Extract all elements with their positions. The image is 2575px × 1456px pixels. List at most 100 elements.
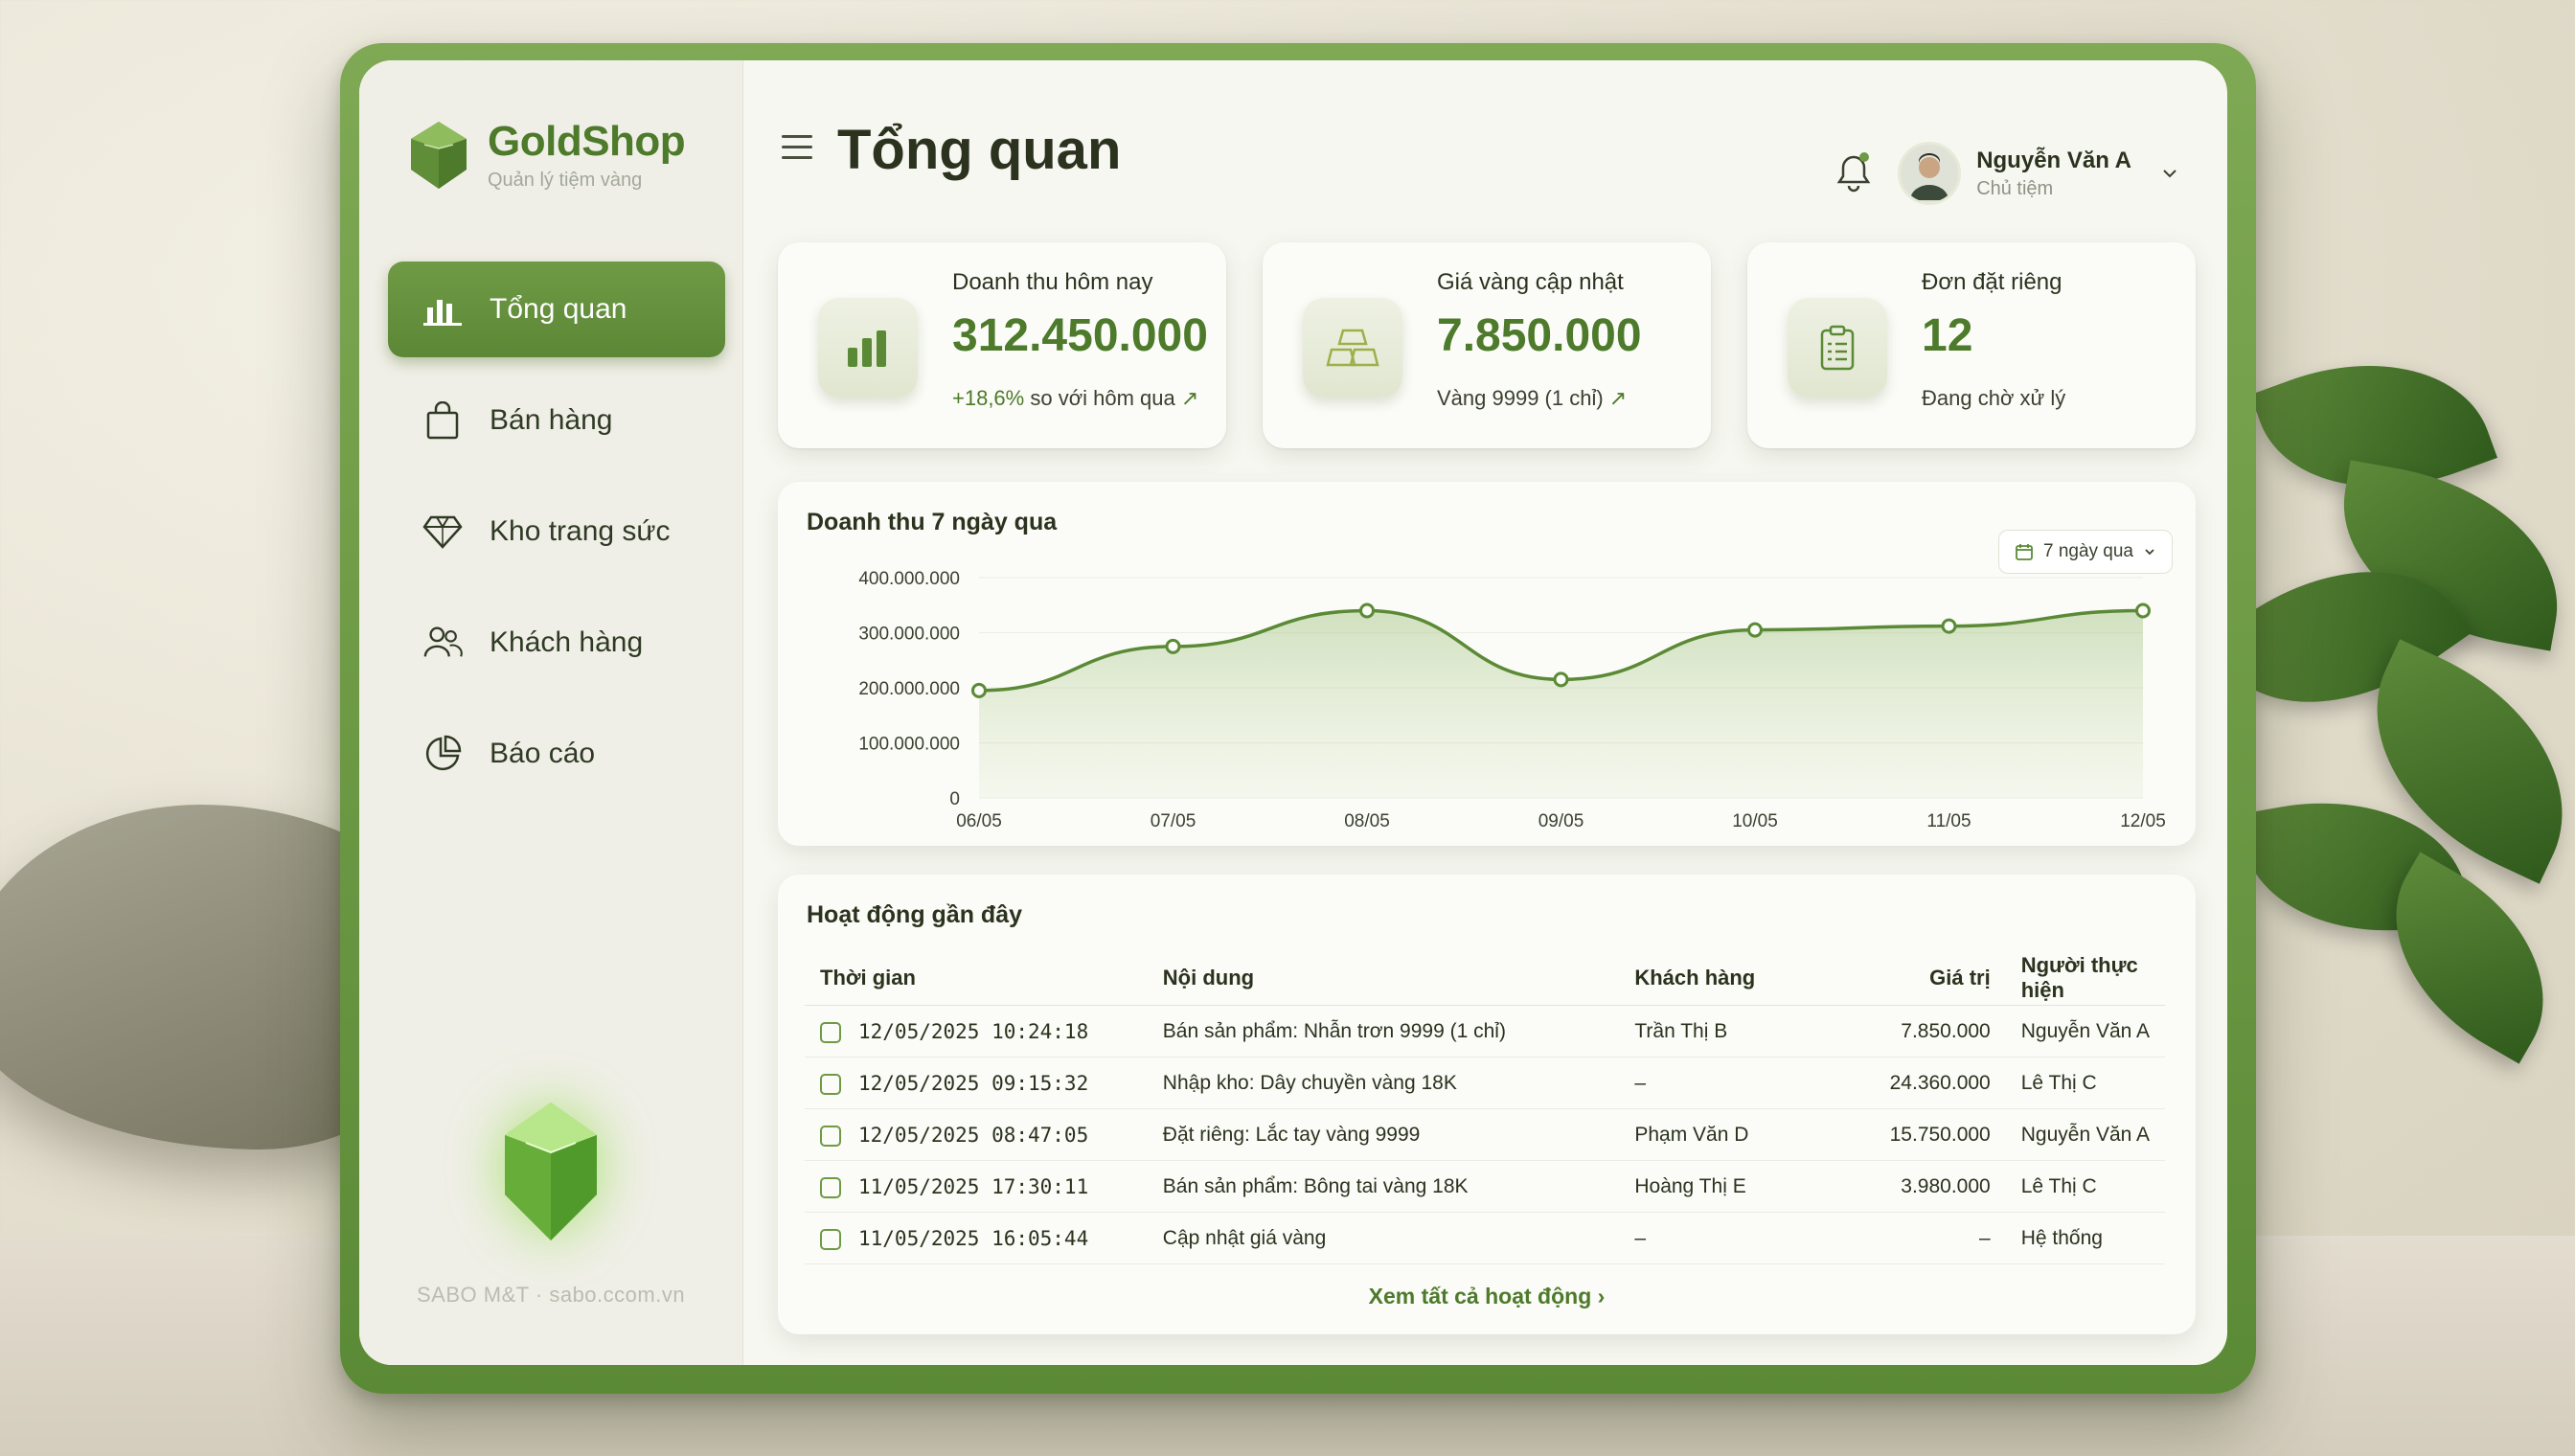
table-row[interactable]: 12/05/2025 10:24:18 Bán sản phẩm: Nhẫn tr… — [805, 1005, 2165, 1058]
page-title: Tổng quan — [837, 119, 1122, 181]
brand[interactable]: GoldShop Quản lý tiệm vàng — [407, 118, 686, 192]
data-point — [1553, 671, 1569, 688]
app-screen: GoldShop Quản lý tiệm vàng Tổng quan Bán… — [359, 60, 2227, 1365]
sidebar-item-label: Tổng quan — [490, 293, 627, 325]
recent-activity-panel: Hoạt động gần đây Thời gian Nội dung Khá… — [778, 875, 2196, 1334]
gold-bars-icon — [1303, 298, 1402, 398]
x-tick-label: 07/05 — [1151, 811, 1196, 831]
card-custom-orders[interactable]: Đơn đặt riêng 12 Đang chờ xử lý — [1747, 242, 2196, 448]
data-point — [1165, 638, 1181, 654]
card-gold-price[interactable]: Giá vàng cập nhật 7.850.000 Vàng 9999 (1… — [1263, 242, 1711, 448]
activity-icon — [820, 1228, 841, 1250]
revenue-area-chart: 0 100.000.000 200.000.000 300.000.000 400.00… — [858, 569, 2165, 831]
clipboard-icon — [1788, 298, 1887, 398]
view-all-activity-link[interactable]: Xem tất cả hoạt động › — [778, 1284, 2196, 1309]
y-tick-label: 0 — [949, 789, 960, 809]
revenue-chart-panel: Doanh thu 7 ngày qua 7 ngày qua 0 100.000… — [778, 482, 2196, 846]
cell-time-text: 12/05/2025 10:24:18 — [858, 1019, 1089, 1043]
cell-time-text: 11/05/2025 17:30:11 — [858, 1174, 1089, 1198]
column-header[interactable]: Người thực hiện — [2005, 951, 2165, 1006]
x-tick-label: 11/05 — [1926, 811, 1971, 831]
cell-customer: – — [1619, 1057, 1827, 1109]
activity-table: Thời gian Nội dung Khách hàng Giá trị Ng… — [805, 951, 2165, 1264]
y-tick-label: 300.000.000 — [858, 625, 960, 645]
card-label: Giá vàng cập nhật — [1437, 269, 1624, 295]
bell-icon[interactable] — [1834, 151, 1873, 193]
card-revenue-today[interactable]: Doanh thu hôm nay 312.450.000 +18,6% so … — [778, 242, 1226, 448]
sidebar-item-label: Kho trang sức — [490, 515, 671, 547]
sidebar-item-tong-quan[interactable]: Tổng quan — [388, 262, 725, 357]
arrow-up-right-icon: ↗ — [1608, 386, 1628, 410]
cell-content: Cập nhật giá vàng — [1147, 1212, 1620, 1264]
sidebar-item-ban-hang[interactable]: Bán hàng — [388, 373, 725, 468]
user-role: Chủ tiệm — [1976, 177, 2054, 199]
user-menu[interactable]: Nguyễn Văn A Chủ tiệm — [1898, 142, 2179, 205]
main-content: Tổng quan Nguyễn Văn A Chủ tiệm Doanh th… — [743, 60, 2227, 1365]
card-value: 7.850.000 — [1437, 310, 1642, 361]
card-subtext: Vàng 9999 (1 chỉ) ↗ — [1437, 386, 1627, 411]
cell-content: Bán sản phẩm: Nhẫn trơn 9999 (1 chỉ) — [1147, 1005, 1620, 1058]
table-row[interactable]: 12/05/2025 09:15:32 Nhập kho: Dây chuyền … — [805, 1057, 2165, 1109]
cell-performer: Nguyễn Văn A — [2005, 1005, 2165, 1058]
activity-icon — [820, 1073, 841, 1095]
card-sub-label: Vàng 9999 (1 chỉ) — [1437, 386, 1604, 410]
card-subtext: Đang chờ xử lý — [1922, 386, 2065, 411]
cell-time: 11/05/2025 17:30:11 — [805, 1160, 1148, 1213]
sidebar-nav: Tổng quan Bán hàng Kho trang sức Khách h… — [388, 262, 725, 817]
sidebar-item-bao-cao[interactable]: Báo cáo — [388, 706, 725, 802]
cell-content: Đặt riêng: Lắc tay vàng 9999 — [1147, 1108, 1620, 1161]
activity-icon — [820, 1125, 841, 1147]
sidebar-item-khach-hang[interactable]: Khách hàng — [388, 595, 725, 691]
card-sub-label: Đang chờ xử lý — [1922, 386, 2066, 410]
menu-icon[interactable] — [782, 135, 812, 167]
cell-customer: Trần Thị B — [1619, 1005, 1827, 1058]
cell-time: 12/05/2025 09:15:32 — [805, 1057, 1148, 1109]
cell-content: Nhập kho: Dây chuyền vàng 18K — [1147, 1057, 1620, 1109]
card-sub-label: so với hôm qua — [1030, 386, 1175, 410]
table-row[interactable]: 11/05/2025 16:05:44 Cập nhật giá vàng – – Hệ… — [805, 1212, 2165, 1264]
activity-icon — [820, 1021, 841, 1043]
x-tick-label: 06/05 — [956, 811, 1002, 831]
card-value: 312.450.000 — [952, 310, 1208, 361]
card-label: Doanh thu hôm nay — [952, 269, 1153, 295]
cell-time: 11/05/2025 16:05:44 — [805, 1212, 1148, 1264]
cell-customer: Phạm Văn D — [1619, 1108, 1827, 1161]
cell-time-text: 11/05/2025 16:05:44 — [858, 1226, 1089, 1250]
data-point — [2135, 603, 2151, 619]
card-subtext: +18,6% so với hôm qua ↗ — [952, 386, 1198, 411]
sidebar-item-label: Bán hàng — [490, 404, 613, 436]
device-frame: GoldShop Quản lý tiệm vàng Tổng quan Bán… — [340, 43, 2256, 1394]
cell-time: 12/05/2025 10:24:18 — [805, 1005, 1148, 1058]
data-point — [1747, 622, 1763, 638]
bar-chart-icon — [422, 289, 463, 330]
cell-time-text: 12/05/2025 08:47:05 — [858, 1123, 1089, 1147]
table-row[interactable]: 11/05/2025 17:30:11 Bán sản phẩm: Bông ta… — [805, 1160, 2165, 1213]
cell-value: 15.750.000 — [1826, 1108, 2006, 1161]
activity-table-body: 12/05/2025 10:24:18 Bán sản phẩm: Nhẫn tr… — [805, 1005, 2165, 1264]
column-header[interactable]: Giá trị — [1826, 951, 2006, 1006]
area-fill — [979, 610, 2143, 798]
footer-credit: SABO M&T · sabo.ccom.vn — [417, 1283, 686, 1307]
activity-title: Hoạt động gần đây — [807, 901, 1022, 928]
glowing-gem-icon — [505, 1103, 597, 1240]
cell-value: 3.980.000 — [1826, 1160, 2006, 1213]
arrow-up-right-icon: ↗ — [1180, 386, 1199, 410]
column-header[interactable]: Khách hàng — [1619, 951, 1827, 1006]
chevron-down-icon — [2163, 170, 2176, 178]
column-header[interactable]: Thời gian — [805, 951, 1148, 1006]
sidebar-item-kho-trang-suc[interactable]: Kho trang sức — [388, 484, 725, 580]
table-header-row: Thời gian Nội dung Khách hàng Giá trị Ng… — [805, 951, 2165, 1006]
cell-customer: – — [1619, 1212, 1827, 1264]
cell-performer: Lê Thị C — [2005, 1160, 2165, 1213]
cell-value: – — [1826, 1212, 2006, 1264]
gem-logo-icon — [411, 121, 467, 189]
column-header[interactable]: Nội dung — [1147, 951, 1620, 1006]
cell-performer: Lê Thị C — [2005, 1057, 2165, 1109]
cell-customer: Hoàng Thị E — [1619, 1160, 1827, 1213]
card-label: Đơn đặt riêng — [1922, 269, 2062, 295]
activity-icon — [820, 1176, 841, 1198]
avatar — [1898, 142, 1962, 205]
y-tick-label: 400.000.000 — [858, 569, 960, 589]
shopping-bag-icon — [422, 400, 463, 441]
table-row[interactable]: 12/05/2025 08:47:05 Đặt riêng: Lắc tay và… — [805, 1108, 2165, 1161]
